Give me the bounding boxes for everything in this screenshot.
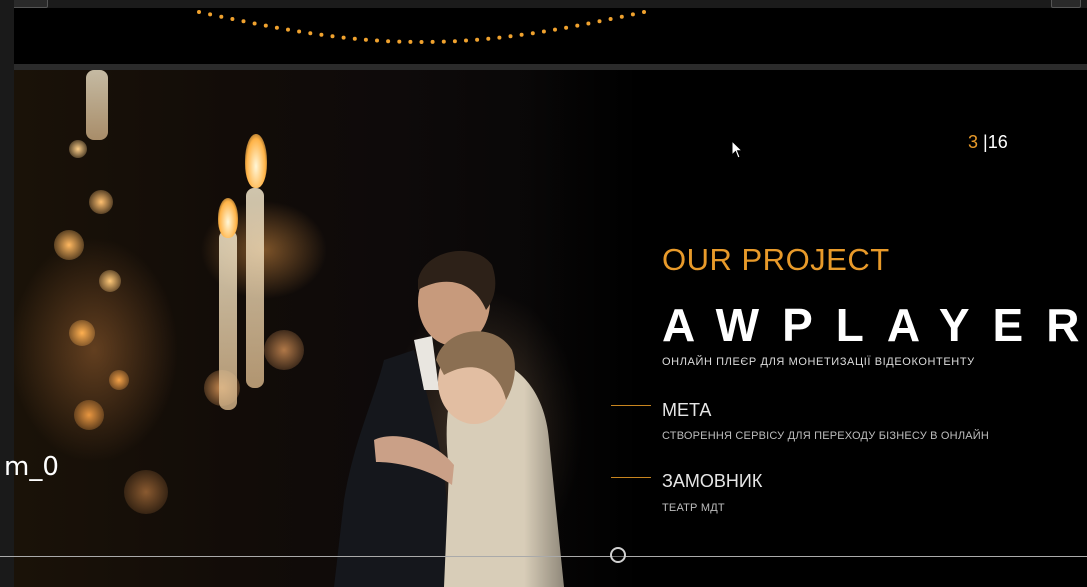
light-bulb [464, 38, 468, 43]
light-bulb [252, 21, 257, 26]
string-lights-decoration [197, 10, 646, 44]
overlay-label: m_0 [4, 452, 59, 482]
light-bulb [241, 19, 246, 24]
slide-counter: 3 |16 [968, 132, 1008, 153]
bokeh-light [109, 370, 129, 390]
light-bulb [375, 38, 379, 43]
bokeh-light [69, 320, 95, 346]
window-top-edge [0, 0, 1087, 8]
light-bulb [341, 35, 346, 40]
brand-tagline: ОНЛАЙН ПЛЕЄР ДЛЯ МОНЕТИЗАЦІЇ ВІДЕОКОНТЕН… [662, 356, 975, 368]
light-bulb [608, 17, 613, 21]
bokeh-light [69, 140, 87, 158]
light-bulb [308, 31, 313, 36]
light-bulb [586, 21, 591, 26]
project-subtitle: OUR PROJECT [662, 242, 890, 277]
light-bulb [430, 39, 435, 44]
light-bulb [530, 31, 535, 36]
timeline-track[interactable] [0, 556, 1087, 557]
light-bulb [219, 14, 224, 19]
light-bulb [619, 14, 624, 19]
light-bulb [330, 34, 335, 39]
light-bulb [630, 12, 635, 17]
bokeh-light [54, 230, 84, 260]
bokeh-light [74, 400, 104, 430]
photo-fade [524, 70, 644, 587]
light-bulb [230, 17, 235, 21]
candle-flame [218, 198, 238, 238]
previous-slide-strip [14, 8, 1087, 66]
light-bulb [642, 10, 646, 14]
candle-flame [245, 134, 267, 188]
candle [86, 70, 108, 140]
client-text: ТЕАТР МДТ [662, 502, 725, 514]
slide-counter-total: 16 [987, 132, 1008, 152]
slide-counter-current: 3 [968, 132, 979, 152]
candle [219, 230, 237, 410]
brand-title: AWPLAYER [662, 299, 1087, 351]
light-bulb [263, 23, 268, 28]
client-title: ЗАМОВНИК [662, 471, 763, 491]
light-bulb [486, 36, 491, 41]
light-bulb [452, 39, 457, 44]
light-bulb [553, 27, 557, 32]
bokeh-light [124, 470, 168, 514]
playhead-icon[interactable] [610, 547, 626, 563]
light-bulb [274, 25, 279, 30]
bokeh-light [264, 330, 304, 370]
light-bulb [386, 39, 391, 44]
light-bulb [297, 29, 302, 34]
light-bulb [441, 39, 446, 44]
light-bulb [352, 36, 357, 41]
light-bulb [197, 10, 201, 14]
light-bulb [408, 39, 413, 44]
section-accent-line [611, 477, 651, 478]
mouse-pointer-icon [731, 140, 744, 159]
light-bulb [575, 23, 580, 28]
light-bulb [208, 12, 213, 17]
light-bulb [508, 34, 513, 39]
light-bulb [363, 37, 368, 42]
bokeh-light [89, 190, 113, 214]
light-bulb [597, 19, 602, 24]
light-bulb [419, 40, 424, 44]
light-bulb [497, 35, 502, 40]
left-frame [0, 0, 14, 587]
section-accent-line [611, 405, 651, 406]
goal-text: СТВОРЕННЯ СЕРВІСУ ДЛЯ ПЕРЕХОДУ БІЗНЕСУ В… [662, 430, 990, 442]
light-bulb [397, 39, 402, 44]
hero-photo [14, 70, 644, 587]
light-bulb [541, 29, 546, 34]
bokeh-light [99, 270, 121, 292]
light-bulb [319, 32, 324, 37]
light-bulb [286, 27, 290, 32]
slide-3: 3 |16 OUR PROJECT AWPLAYER ОНЛАЙН ПЛЕЄР … [14, 70, 1087, 587]
goal-title: МЕТА [662, 400, 712, 420]
light-bulb [475, 37, 480, 42]
light-bulb [519, 32, 524, 37]
light-bulb [564, 25, 569, 30]
window-control-right[interactable] [1051, 0, 1081, 8]
candle [246, 188, 264, 388]
